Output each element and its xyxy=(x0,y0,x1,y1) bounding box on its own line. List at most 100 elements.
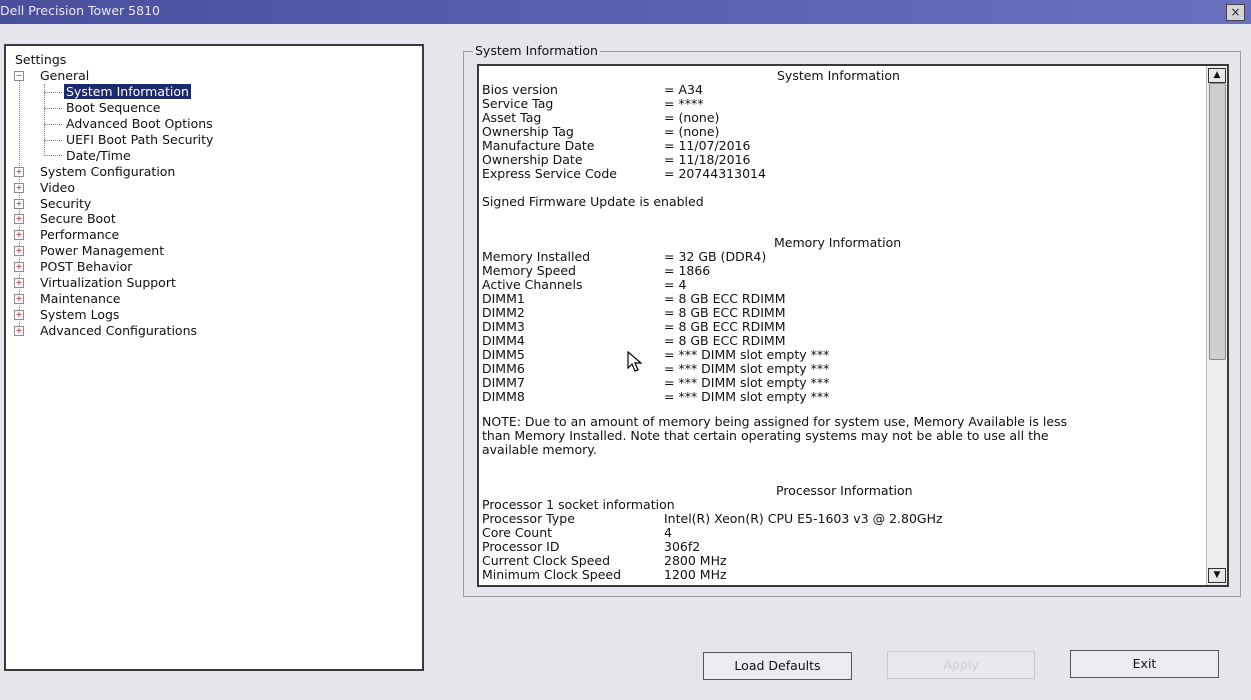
row-label: Core Count xyxy=(482,525,553,540)
close-button[interactable]: × xyxy=(1226,4,1245,21)
expand-icon[interactable]: + xyxy=(14,230,24,240)
row-value: = 1866 xyxy=(664,263,711,278)
expand-icon[interactable]: + xyxy=(14,278,24,288)
row-label: Processor Type xyxy=(482,511,575,526)
tree-connector xyxy=(44,140,62,141)
tree-item-virtualization-support[interactable]: Virtualization Support xyxy=(40,275,176,291)
row-value: = **** xyxy=(664,96,704,111)
row-value: = *** DIMM slot empty *** xyxy=(664,389,830,404)
selected-tree-label: System Information xyxy=(64,84,191,99)
tree-item-performance[interactable]: Performance xyxy=(40,227,119,243)
processor-socket-label: Processor 1 socket information xyxy=(482,497,675,512)
row-value: = *** DIMM slot empty *** xyxy=(664,347,830,362)
collapse-icon[interactable]: − xyxy=(14,71,24,81)
information-panel[interactable]: System Information Bios version = A34 Ser… xyxy=(477,64,1229,587)
tree-item-uefi-boot-path-security[interactable]: UEFI Boot Path Security xyxy=(66,132,213,148)
row-value: = 8 GB ECC RDIMM xyxy=(664,291,786,306)
row-label: DIMM2 xyxy=(482,305,525,320)
row-value: = 32 GB (DDR4) xyxy=(664,249,767,264)
processor-info-heading: Processor Information xyxy=(776,483,913,498)
tree-connector xyxy=(44,92,62,93)
row-label: Current Clock Speed xyxy=(482,553,611,568)
row-value: = 8 GB ECC RDIMM xyxy=(664,333,786,348)
row-label: Memory Speed xyxy=(482,263,576,278)
tree-item-boot-sequence[interactable]: Boot Sequence xyxy=(66,100,160,116)
expand-icon[interactable]: + xyxy=(14,294,24,304)
row-value: = 8 GB ECC RDIMM xyxy=(664,305,786,320)
row-value: = A34 xyxy=(664,82,703,97)
row-label: DIMM5 xyxy=(482,347,525,362)
settings-tree: Settings − General System Information Bo… xyxy=(6,46,422,669)
row-label: Manufacture Date xyxy=(482,138,595,153)
load-defaults-button[interactable]: Load Defaults xyxy=(703,652,852,680)
row-value: = *** DIMM slot empty *** xyxy=(664,361,830,376)
expand-icon[interactable]: + xyxy=(14,214,24,224)
tree-item-advanced-configurations[interactable]: Advanced Configurations xyxy=(40,323,197,339)
row-value: 4 xyxy=(664,525,672,540)
tree-item-maintenance[interactable]: Maintenance xyxy=(40,291,121,307)
row-label: DIMM4 xyxy=(482,333,525,348)
memory-note-text: NOTE: Due to an amount of memory being a… xyxy=(482,414,1068,429)
tree-item-secure-boot[interactable]: Secure Boot xyxy=(40,211,116,227)
row-label: Express Service Code xyxy=(482,166,617,181)
row-label: Processor ID xyxy=(482,539,560,554)
row-label: Minimum Clock Speed xyxy=(482,567,622,582)
tree-item-security[interactable]: Security xyxy=(40,196,91,212)
row-value: = 11/18/2016 xyxy=(664,152,751,167)
scroll-up-icon[interactable]: ▲ xyxy=(1208,68,1226,83)
tree-connector xyxy=(44,124,62,125)
window-titlebar: Dell Precision Tower 5810 × xyxy=(0,0,1251,24)
window-title: Dell Precision Tower 5810 xyxy=(0,3,160,18)
settings-tree-panel: Settings − General System Information Bo… xyxy=(4,44,424,671)
row-value: = 11/07/2016 xyxy=(664,138,751,153)
expand-icon[interactable]: + xyxy=(14,199,24,209)
row-label: Memory Installed xyxy=(482,249,591,264)
expand-icon[interactable]: + xyxy=(14,326,24,336)
scroll-down-icon[interactable]: ▼ xyxy=(1208,568,1226,583)
row-value: 306f2 xyxy=(664,539,701,554)
row-label: Active Channels xyxy=(482,277,583,292)
expand-icon[interactable]: + xyxy=(14,167,24,177)
vertical-scrollbar[interactable]: ▲ ▼ xyxy=(1206,66,1227,585)
row-value: = 8 GB ECC RDIMM xyxy=(664,319,786,334)
row-value: = *** DIMM slot empty *** xyxy=(664,375,830,390)
row-label: DIMM6 xyxy=(482,361,525,376)
row-label: Ownership Tag xyxy=(482,124,574,139)
row-value: 2800 MHz xyxy=(664,553,727,568)
mouse-cursor-icon xyxy=(627,351,643,372)
expand-icon[interactable]: + xyxy=(14,262,24,272)
tree-item-post-behavior[interactable]: POST Behavior xyxy=(40,259,132,275)
row-label: DIMM3 xyxy=(482,319,525,334)
row-label: Ownership Date xyxy=(482,152,583,167)
memory-info-heading: Memory Information xyxy=(774,235,902,250)
firmware-update-text: Signed Firmware Update is enabled xyxy=(482,194,704,209)
tree-item-general[interactable]: General xyxy=(40,68,89,84)
row-value: = (none) xyxy=(664,110,720,125)
row-label: Asset Tag xyxy=(482,110,542,125)
tree-item-video[interactable]: Video xyxy=(40,180,75,196)
memory-note-text: available memory. xyxy=(482,442,597,457)
tree-connector xyxy=(44,155,62,156)
row-value: 1200 MHz xyxy=(664,567,727,582)
memory-note-text: than Memory Installed. Note that certain… xyxy=(482,428,1049,443)
tree-item-power-management[interactable]: Power Management xyxy=(40,243,164,259)
tree-root-settings: Settings xyxy=(15,52,67,67)
expand-icon[interactable]: + xyxy=(14,246,24,256)
tree-item-system-configuration[interactable]: System Configuration xyxy=(40,164,175,180)
expand-icon[interactable]: + xyxy=(14,183,24,193)
scroll-thumb[interactable] xyxy=(1209,83,1226,360)
apply-button[interactable]: Apply xyxy=(887,651,1035,679)
tree-item-system-logs[interactable]: System Logs xyxy=(40,307,119,323)
row-value: = 4 xyxy=(664,277,687,292)
row-label: Service Tag xyxy=(482,96,554,111)
tree-connector xyxy=(44,108,62,109)
system-info-heading: System Information xyxy=(777,68,900,83)
row-value: Intel(R) Xeon(R) CPU E5-1603 v3 @ 2.80GH… xyxy=(664,511,943,526)
tree-item-system-information[interactable]: System Information xyxy=(64,84,191,100)
exit-button[interactable]: Exit xyxy=(1070,650,1219,678)
tree-item-advanced-boot-options[interactable]: Advanced Boot Options xyxy=(66,116,213,132)
expand-icon[interactable]: + xyxy=(14,310,24,320)
row-value: = (none) xyxy=(664,124,720,139)
tree-item-date-time[interactable]: Date/Time xyxy=(66,148,131,164)
tree-connector xyxy=(44,84,45,154)
